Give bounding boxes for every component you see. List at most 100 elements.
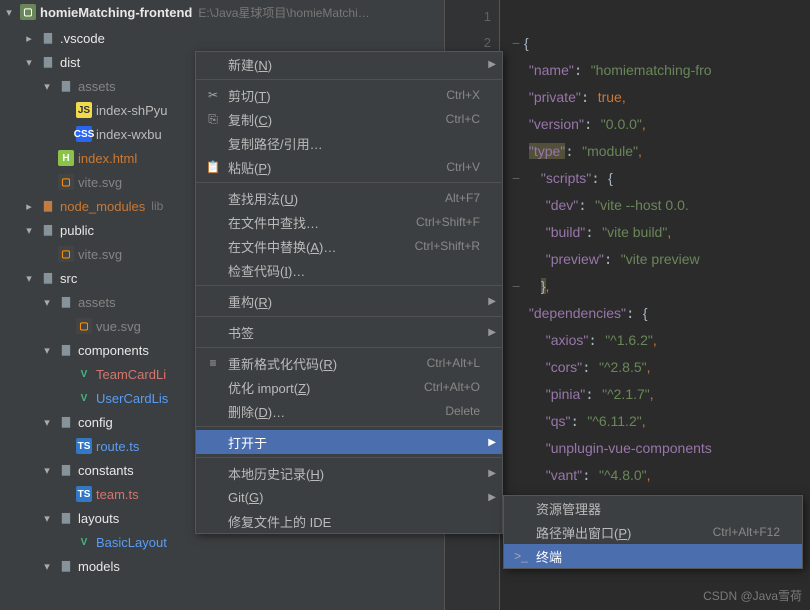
menu-item[interactable]: 资源管理器 xyxy=(504,496,802,520)
folder-icon: ▇ xyxy=(40,30,56,46)
tree-label: index.html xyxy=(78,151,137,166)
chevron-down-icon: ▾ xyxy=(40,80,54,93)
menu-item-label: 终端 xyxy=(536,547,780,566)
menu-item-label: 修复文件上的 IDE xyxy=(228,512,480,531)
ts-icon: TS xyxy=(76,438,92,454)
menu-separator xyxy=(196,79,502,80)
folder-icon: ▇ xyxy=(58,294,74,310)
menu-item-icon: >_ xyxy=(512,549,530,563)
menu-item-label: 重新格式化代码(R) xyxy=(228,354,427,373)
tree-label: constants xyxy=(78,463,134,478)
menu-item-label: 删除(D)… xyxy=(228,402,445,421)
tree-label: layouts xyxy=(78,511,119,526)
tree-label: config xyxy=(78,415,113,430)
chevron-down-icon: ▾ xyxy=(22,224,36,237)
chevron-down-icon: ▾ xyxy=(22,272,36,285)
submenu-arrow-icon: ▶ xyxy=(488,468,496,479)
menu-shortcut: Ctrl+C xyxy=(446,112,480,126)
tree-label: vue.svg xyxy=(96,319,141,334)
menu-shortcut: Delete xyxy=(445,404,480,418)
menu-item[interactable]: 优化 import(Z)Ctrl+Alt+O xyxy=(196,375,502,399)
folder-icon: ▇ xyxy=(40,270,56,286)
tree-label: public xyxy=(60,223,94,238)
menu-shortcut: Ctrl+Alt+L xyxy=(427,356,480,370)
menu-separator xyxy=(196,285,502,286)
submenu-arrow-icon: ▶ xyxy=(488,437,496,448)
menu-item-label: 复制路径/引用… xyxy=(228,134,480,153)
folder-icon: ▇ xyxy=(58,414,74,430)
tree-extra: lib xyxy=(151,199,163,213)
menu-item-icon: 📋 xyxy=(204,160,222,174)
tree-label: models xyxy=(78,559,120,574)
menu-item-icon: ≡ xyxy=(204,356,222,370)
js-icon: JS xyxy=(76,102,92,118)
menu-item[interactable]: 在文件中查找…Ctrl+Shift+F xyxy=(196,210,502,234)
menu-item-label: 在文件中替换(A)… xyxy=(228,237,415,256)
tree-label: TeamCardLi xyxy=(96,367,166,382)
menu-item-label: 在文件中查找… xyxy=(228,213,416,232)
tree-label: index-shPyu xyxy=(96,103,168,118)
menu-item-label: 剪切(T) xyxy=(228,86,446,105)
folder-icon: ▇ xyxy=(58,558,74,574)
folder-icon: ▇ xyxy=(40,54,56,70)
tree-label: assets xyxy=(78,79,116,94)
menu-item[interactable]: 打开于 ▶ xyxy=(196,430,502,454)
tree-label: index-wxbu xyxy=(96,127,162,142)
menu-item-label: 复制(C) xyxy=(228,110,446,129)
menu-shortcut: Ctrl+Alt+O xyxy=(424,380,480,394)
vue-icon: V xyxy=(76,390,92,406)
menu-item-label: 新建(N) xyxy=(228,55,480,74)
menu-shortcut: Ctrl+Shift+R xyxy=(415,239,480,253)
menu-item[interactable]: ≡ 重新格式化代码(R)Ctrl+Alt+L xyxy=(196,351,502,375)
menu-separator xyxy=(196,316,502,317)
menu-item[interactable]: ✂剪切(T)Ctrl+X xyxy=(196,83,502,107)
vue-icon: V xyxy=(76,534,92,550)
chevron-down-icon: ▾ xyxy=(40,560,54,573)
menu-item[interactable]: 检查代码(I)… xyxy=(196,258,502,282)
svg-icon: ▢ xyxy=(76,318,92,334)
menu-separator xyxy=(196,182,502,183)
menu-item[interactable]: 📋粘贴(P)Ctrl+V xyxy=(196,155,502,179)
menu-separator xyxy=(196,426,502,427)
tree-row[interactable]: ▾ ▇ models xyxy=(0,554,444,578)
folder-icon: ▇ xyxy=(58,510,74,526)
menu-item-label: 路径弹出窗口(P) xyxy=(536,523,713,542)
tree-label: UserCardLis xyxy=(96,391,168,406)
tree-label: route.ts xyxy=(96,439,139,454)
tree-label: node_modules xyxy=(60,199,145,214)
menu-item[interactable]: 查找用法(U)Alt+F7 xyxy=(196,186,502,210)
menu-item[interactable]: 修复文件上的 IDE xyxy=(196,509,502,533)
menu-item[interactable]: 删除(D)…Delete xyxy=(196,399,502,423)
project-root-path: E:\Java星球项目\homieMatchi… xyxy=(198,4,369,21)
vue-icon: V xyxy=(76,366,92,382)
watermark: CSDN @Java雪荷 xyxy=(703,587,802,604)
tree-row[interactable]: ▸▇.vscode xyxy=(0,26,444,50)
project-root-row[interactable]: ▾ ▢ homieMatching-frontend E:\Java星球项目\h… xyxy=(0,0,444,24)
folder-icon: ▇ xyxy=(58,462,74,478)
menu-item[interactable]: 复制路径/引用… xyxy=(196,131,502,155)
tree-label: team.ts xyxy=(96,487,139,502)
menu-item-label: 打开于 xyxy=(228,433,480,452)
folder-orange-icon: ▇ xyxy=(40,198,56,214)
menu-item[interactable]: 路径弹出窗口(P)Ctrl+Alt+F12 xyxy=(504,520,802,544)
svg-icon: ▢ xyxy=(58,174,74,190)
menu-item[interactable]: 在文件中替换(A)…Ctrl+Shift+R xyxy=(196,234,502,258)
menu-item[interactable]: 本地历史记录(H)▶ xyxy=(196,461,502,485)
menu-item[interactable]: 新建(N)▶ xyxy=(196,52,502,76)
chevron-down-icon: ▾ xyxy=(22,56,36,69)
menu-item[interactable]: 重构(R)▶ xyxy=(196,289,502,313)
tree-label: components xyxy=(78,343,149,358)
menu-item[interactable]: >_ 终端 xyxy=(504,544,802,568)
chevron-down-icon: ▾ xyxy=(40,464,54,477)
project-root-icon: ▢ xyxy=(20,4,36,20)
menu-item[interactable]: 书签▶ xyxy=(196,320,502,344)
chevron-down-icon: ▾ xyxy=(2,6,16,19)
chevron-down-icon: ▾ xyxy=(40,344,54,357)
folder-icon: ▇ xyxy=(40,222,56,238)
folder-icon: ▇ xyxy=(58,342,74,358)
menu-item[interactable]: ⎘复制(C)Ctrl+C xyxy=(196,107,502,131)
menu-item[interactable]: Git(G)▶ xyxy=(196,485,502,509)
chevron-down-icon: ▾ xyxy=(40,416,54,429)
tree-label: src xyxy=(60,271,77,286)
folder-icon: ▇ xyxy=(58,78,74,94)
